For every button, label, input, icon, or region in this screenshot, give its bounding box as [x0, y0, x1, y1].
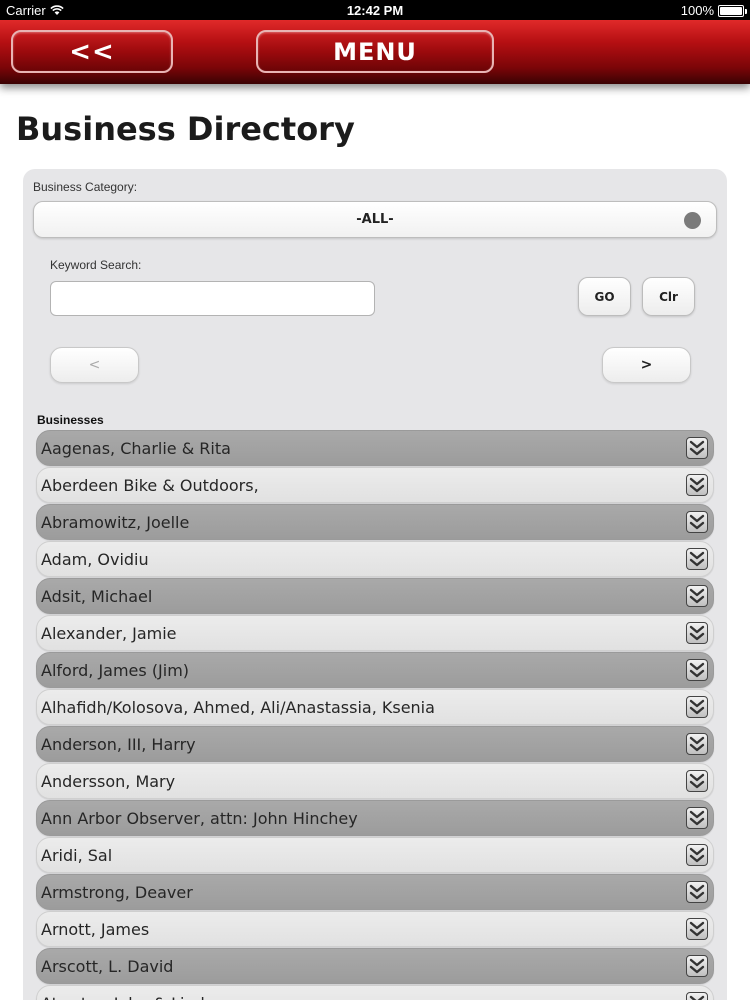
business-name: Arscott, L. David	[41, 956, 174, 976]
list-item[interactable]: Atwater, John & Linda	[36, 985, 714, 1000]
list-item[interactable]: Adam, Ovidiu	[36, 541, 714, 577]
list-item[interactable]: Alhafidh/Kolosova, Ahmed, Ali/Anastassia…	[36, 689, 714, 725]
expand-chevron-icon[interactable]	[686, 511, 708, 533]
battery-icon	[718, 4, 747, 17]
list-item[interactable]: Armstrong, Deaver	[36, 874, 714, 910]
list-item[interactable]: Alford, James (Jim)	[36, 652, 714, 688]
back-button[interactable]: <<	[11, 30, 173, 73]
list-item[interactable]: Aridi, Sal	[36, 837, 714, 873]
keyword-label: Keyword Search:	[50, 258, 142, 272]
list-item[interactable]: Ann Arbor Observer, attn: John Hinchey	[36, 800, 714, 836]
expand-chevron-icon[interactable]	[686, 622, 708, 644]
expand-chevron-icon[interactable]	[686, 955, 708, 977]
business-name: Adsit, Michael	[41, 586, 153, 606]
businesses-heading: Businesses	[37, 413, 104, 427]
business-name: Alford, James (Jim)	[41, 660, 190, 680]
business-name: Andersson, Mary	[41, 771, 176, 791]
previous-page-button[interactable]: <	[50, 347, 139, 383]
business-name: Ann Arbor Observer, attn: John Hinchey	[41, 808, 358, 828]
battery-group: 100%	[680, 3, 747, 18]
expand-chevron-icon[interactable]	[686, 844, 708, 866]
list-item[interactable]: Abramowitz, Joelle	[36, 504, 714, 540]
business-name: Abramowitz, Joelle	[41, 512, 190, 532]
expand-chevron-icon[interactable]	[686, 918, 708, 940]
category-value: -ALL-	[356, 212, 394, 227]
expand-chevron-icon[interactable]	[686, 474, 708, 496]
business-name: Anderson, III, Harry	[41, 734, 196, 754]
next-page-button[interactable]: >	[602, 347, 691, 383]
business-list: Aagenas, Charlie & Rita Aberdeen Bike & O…	[36, 430, 714, 1000]
expand-chevron-icon[interactable]	[686, 659, 708, 681]
dropdown-indicator-icon	[684, 212, 701, 229]
list-item[interactable]: Adsit, Michael	[36, 578, 714, 614]
expand-chevron-icon[interactable]	[686, 881, 708, 903]
category-label: Business Category:	[33, 180, 138, 194]
expand-chevron-icon[interactable]	[686, 437, 708, 459]
expand-chevron-icon[interactable]	[686, 696, 708, 718]
battery-percent: 100%	[680, 3, 714, 18]
keyword-search-input[interactable]	[50, 281, 375, 316]
expand-chevron-icon[interactable]	[686, 770, 708, 792]
clear-button[interactable]: Clr	[642, 277, 695, 316]
business-name: Armstrong, Deaver	[41, 882, 193, 902]
business-name: Alexander, Jamie	[41, 623, 177, 643]
expand-chevron-icon[interactable]	[686, 733, 708, 755]
business-name: Aberdeen Bike & Outdoors,	[41, 475, 259, 495]
expand-chevron-icon[interactable]	[686, 585, 708, 607]
list-item[interactable]: Aagenas, Charlie & Rita	[36, 430, 714, 466]
business-name: Aagenas, Charlie & Rita	[41, 438, 231, 458]
expand-chevron-icon[interactable]	[686, 992, 708, 1000]
list-item[interactable]: Anderson, III, Harry	[36, 726, 714, 762]
header-bar: << MENU	[0, 20, 750, 84]
list-item[interactable]: Alexander, Jamie	[36, 615, 714, 651]
app-screen: Carrier 12:42 PM 100% << MENU Business D…	[0, 0, 750, 1000]
menu-button[interactable]: MENU	[256, 30, 494, 73]
list-item[interactable]: Andersson, Mary	[36, 763, 714, 799]
business-name: Atwater, John & Linda	[41, 994, 215, 1000]
list-item[interactable]: Arnott, James	[36, 911, 714, 947]
go-button[interactable]: GO	[578, 277, 631, 316]
business-name: Arnott, James	[41, 919, 150, 939]
status-bar: Carrier 12:42 PM 100%	[0, 0, 750, 20]
list-item[interactable]: Arscott, L. David	[36, 948, 714, 984]
list-item[interactable]: Aberdeen Bike & Outdoors,	[36, 467, 714, 503]
expand-chevron-icon[interactable]	[686, 807, 708, 829]
category-select[interactable]: -ALL-	[33, 201, 717, 238]
clock: 12:42 PM	[346, 3, 404, 18]
business-name: Alhafidh/Kolosova, Ahmed, Ali/Anastassia…	[41, 697, 435, 717]
business-name: Adam, Ovidiu	[41, 549, 149, 569]
page-title: Business Directory	[16, 110, 355, 148]
expand-chevron-icon[interactable]	[686, 548, 708, 570]
business-name: Aridi, Sal	[41, 845, 113, 865]
